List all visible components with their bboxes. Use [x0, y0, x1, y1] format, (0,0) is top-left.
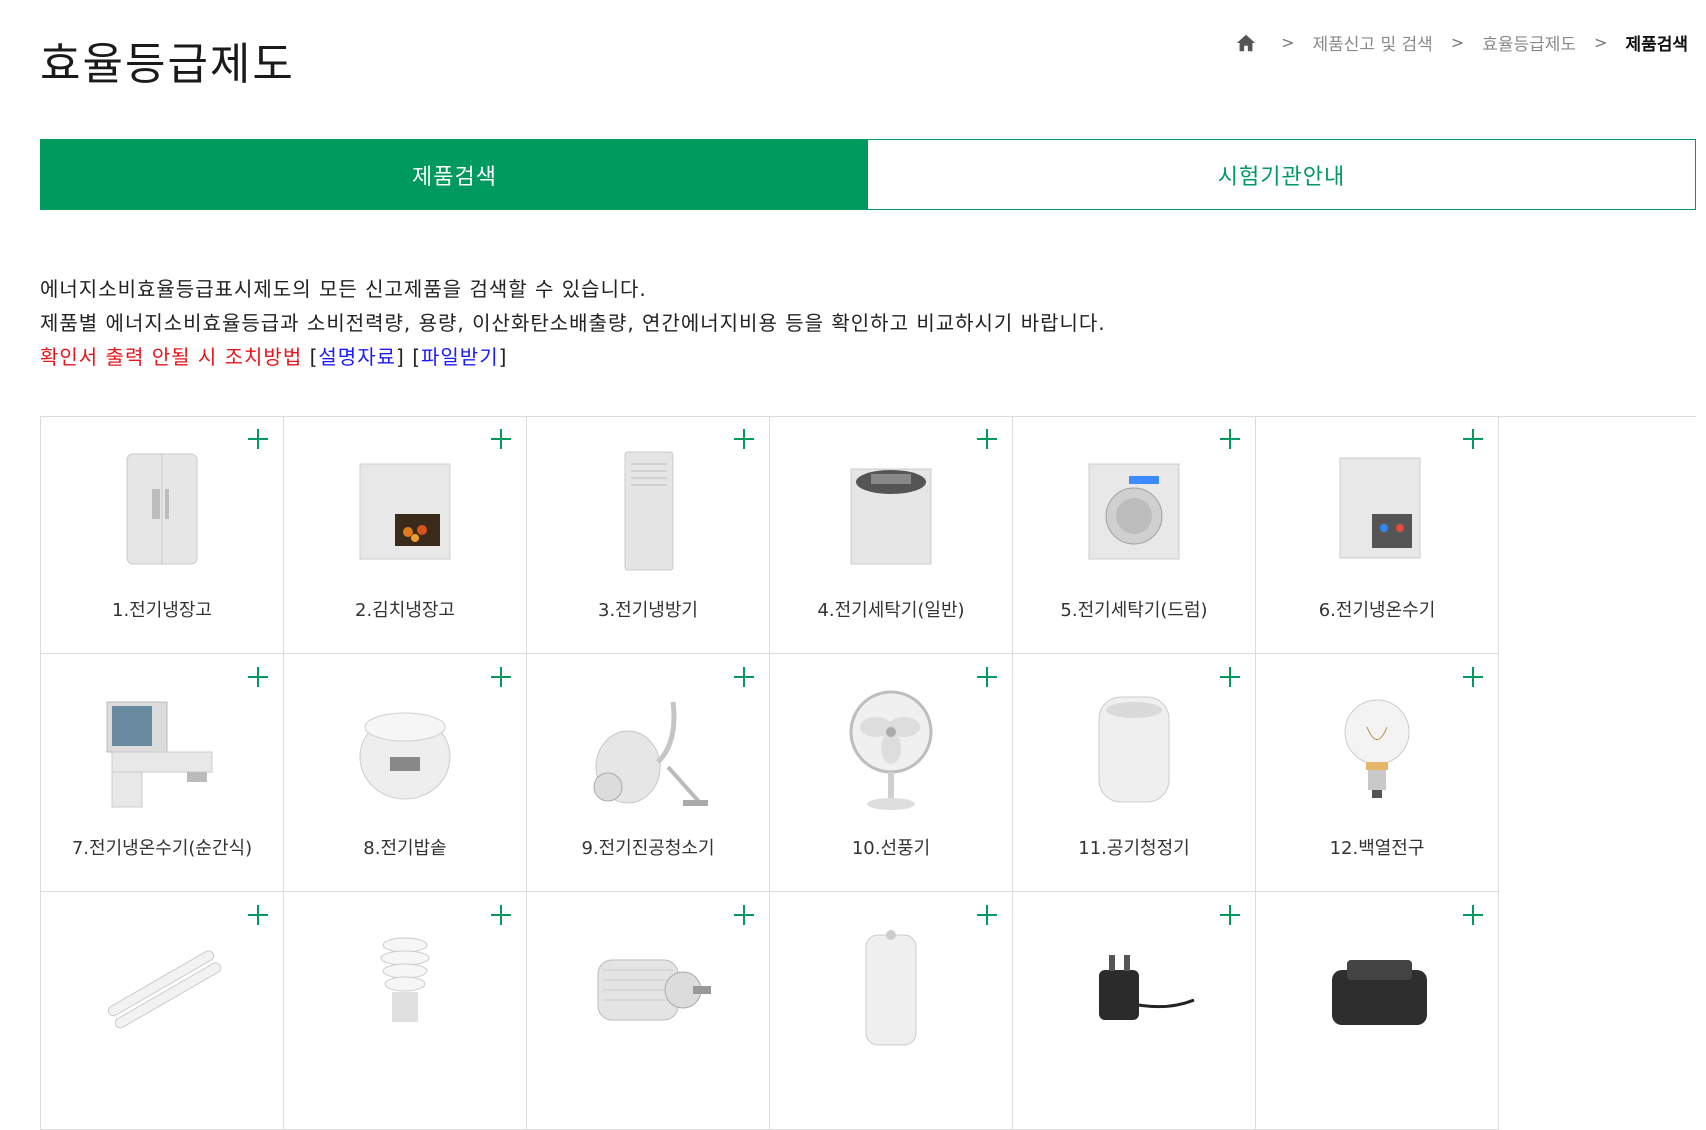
breadcrumb: > 제품신고 및 검색 > 효율등급제도 > 제품검색	[1235, 30, 1688, 55]
intro-notice-line: 확인서 출력 안될 시 조치방법 [설명자료] [파일받기]	[40, 345, 508, 369]
plus-icon[interactable]	[247, 428, 269, 450]
plus-icon[interactable]	[247, 666, 269, 688]
product-card[interactable]: 12.백열전구	[1256, 654, 1499, 892]
product-grid: 1.전기냉장고 2.김치냉장고 3.전기냉방기 4.전기세탁기(일반) 5.전기세탁기(…	[40, 416, 1499, 1130]
plus-icon[interactable]	[1219, 666, 1241, 688]
product-card[interactable]: 5.전기세탁기(드럼)	[1013, 416, 1256, 654]
tab-bar: 제품검색 시험기관안내	[40, 139, 1696, 210]
plus-icon[interactable]	[490, 666, 512, 688]
plus-icon[interactable]	[733, 428, 755, 450]
breadcrumb-separator: >	[1594, 33, 1608, 52]
breadcrumb-item[interactable]: 효율등급제도	[1482, 30, 1576, 55]
product-card[interactable]: 6.전기냉온수기	[1256, 416, 1499, 654]
plus-icon[interactable]	[1462, 428, 1484, 450]
refrigerator-icon	[126, 453, 198, 565]
product-card[interactable]: 1.전기냉장고	[41, 416, 284, 654]
product-label: 12.백열전구	[1329, 838, 1425, 859]
product-label: 5.전기세탁기(드럼)	[1060, 600, 1208, 621]
product-card[interactable]	[527, 892, 770, 1130]
product-label: 10.선풍기	[851, 838, 931, 859]
fan-icon	[849, 690, 933, 810]
intro-line-1: 에너지소비효율등급표시제도의 모든 신고제품을 검색할 수 있습니다.	[40, 277, 647, 301]
breadcrumb-separator: >	[1450, 33, 1465, 52]
breadcrumb-item[interactable]: 제품신고 및 검색	[1312, 30, 1432, 55]
plus-icon[interactable]	[490, 428, 512, 450]
water-dispenser-icon	[1339, 457, 1421, 559]
plus-icon[interactable]	[1219, 904, 1241, 926]
product-card[interactable]	[1256, 892, 1499, 1130]
product-card[interactable]	[284, 892, 527, 1130]
tab-testing-agencies[interactable]: 시험기관안내	[868, 140, 1695, 209]
power-adapter-icon	[1099, 955, 1195, 1020]
intro-line-2: 제품별 에너지소비효율등급과 소비전력량, 용량, 이산화탄소배출량, 연간에너…	[40, 311, 1106, 335]
air-conditioner-icon	[624, 451, 674, 571]
product-label: 11.공기청정기	[1078, 838, 1190, 859]
plus-icon[interactable]	[976, 904, 998, 926]
product-card[interactable]	[1013, 892, 1256, 1130]
vacuum-cleaner-icon	[593, 701, 708, 806]
cfl-bulb-icon	[380, 937, 430, 1022]
battery-charger-icon	[1332, 960, 1427, 1025]
product-label: 8.전기밥솥	[363, 838, 447, 859]
product-label: 4.전기세탁기(일반)	[817, 600, 965, 621]
breadcrumb-separator: >	[1281, 33, 1295, 52]
plus-icon[interactable]	[1462, 666, 1484, 688]
guide-link[interactable]: 설명자료	[318, 345, 396, 369]
plus-icon[interactable]	[490, 904, 512, 926]
product-card[interactable]: 4.전기세탁기(일반)	[770, 416, 1013, 654]
product-card[interactable]: 7.전기냉온수기(순간식)	[41, 654, 284, 892]
product-label: 6.전기냉온수기	[1318, 600, 1436, 621]
fluorescent-lamp-icon	[107, 950, 222, 1029]
plus-icon[interactable]	[247, 904, 269, 926]
rice-cooker-icon	[359, 712, 451, 800]
air-purifier-icon	[1098, 696, 1170, 803]
product-card[interactable]: 2.김치냉장고	[284, 416, 527, 654]
plus-icon[interactable]	[733, 666, 755, 688]
plus-icon[interactable]	[976, 666, 998, 688]
product-label: 7.전기냉온수기(순간식)	[71, 838, 253, 859]
product-card[interactable]	[770, 892, 1013, 1130]
product-label: 9.전기진공청소기	[581, 838, 715, 859]
product-label: 1.전기냉장고	[112, 600, 212, 621]
plus-icon[interactable]	[733, 904, 755, 926]
home-icon[interactable]	[1235, 32, 1257, 54]
product-card[interactable]: 9.전기진공청소기	[527, 654, 770, 892]
plus-icon[interactable]	[1462, 904, 1484, 926]
product-card[interactable]: 10.선풍기	[770, 654, 1013, 892]
top-loading-washer-icon	[850, 468, 932, 565]
page-title: 효율등급제도	[40, 39, 295, 90]
water-heater-icon	[865, 930, 917, 1046]
plus-icon[interactable]	[1219, 428, 1241, 450]
product-card[interactable]: 8.전기밥솥	[284, 654, 527, 892]
electric-motor-icon	[597, 959, 711, 1021]
download-link[interactable]: 파일받기	[421, 345, 499, 369]
product-label: 2.김치냉장고	[355, 600, 455, 621]
light-bulb-icon	[1344, 699, 1410, 798]
drum-washer-icon	[1088, 463, 1180, 560]
plus-icon[interactable]	[976, 428, 998, 450]
tab-product-search[interactable]: 제품검색	[41, 140, 868, 209]
product-card[interactable]: 3.전기냉방기	[527, 416, 770, 654]
kimchi-refrigerator-icon	[359, 463, 451, 560]
breadcrumb-current: 제품검색	[1625, 35, 1688, 55]
print-notice-text: 확인서 출력 안될 시 조치방법	[40, 345, 303, 369]
instant-water-dispenser-icon	[106, 701, 213, 808]
product-card[interactable]	[41, 892, 284, 1130]
product-label: 3.전기냉방기	[598, 600, 698, 621]
intro-text: 에너지소비효율등급표시제도의 모든 신고제품을 검색할 수 있습니다. 제품별 …	[40, 272, 1106, 374]
product-card[interactable]: 11.공기청정기	[1013, 654, 1256, 892]
